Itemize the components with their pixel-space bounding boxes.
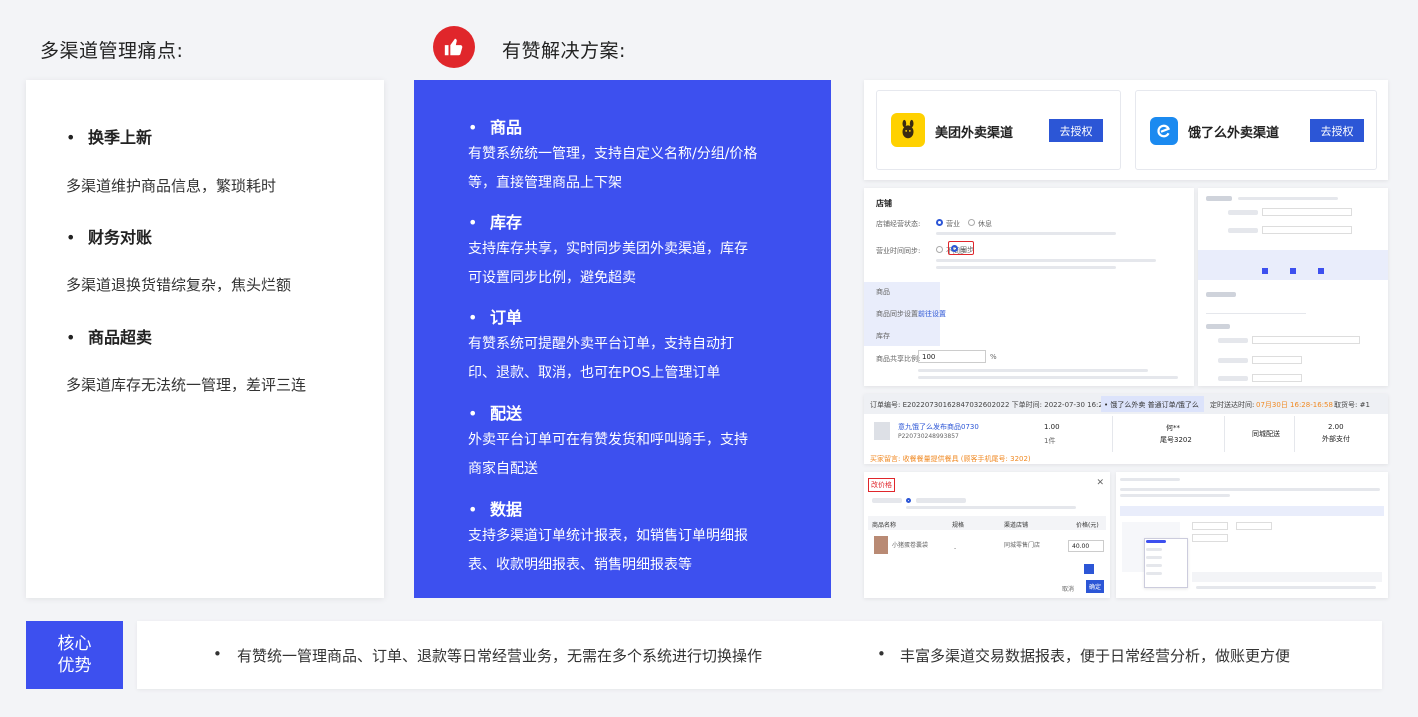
- core-advantage-label: 核心 优势: [26, 621, 123, 689]
- advantage-bullet: •: [213, 645, 222, 663]
- product-spec: -: [954, 545, 957, 552]
- radio-rest[interactable]: [968, 219, 975, 226]
- pain-point-title: • 财务对账: [66, 228, 153, 247]
- pickup-number: 取货号: #1: [1334, 401, 1370, 409]
- product-image: [874, 536, 888, 554]
- order-detail-panel: 订单编号: E20220730162847032602022 下单时间: 202…: [864, 394, 1388, 464]
- pain-point-title: • 商品超卖: [66, 328, 153, 347]
- stock-ratio-label: 商品共享比例:: [876, 355, 921, 363]
- channel-name: 美团外卖渠道: [935, 126, 1014, 141]
- solution-item-title: • 商品: [468, 118, 523, 137]
- stock-ratio-unit: %: [990, 353, 997, 361]
- solution-item-desc: 支持多渠道订单统计报表，如销售订单明细报 表、收款明细报表、销售明细报表等: [468, 528, 748, 573]
- product-price: 1.00: [1044, 423, 1060, 431]
- solution-item-desc: 外卖平台订单可在有赞发货和呼叫骑手，支持 商家自配送: [468, 432, 748, 477]
- pain-point-desc: 多渠道库存无法统一管理，差评三连: [66, 376, 307, 394]
- confirm-button[interactable]: 确定: [1086, 580, 1104, 593]
- pain-points-card: • 换季上新 多渠道维护商品信息，繁琐耗时 • 财务对账 多渠道退换货错综复杂，焦头…: [26, 80, 384, 598]
- solution-title: 有赞解决方案:: [502, 40, 626, 62]
- radio-open-label: 营业: [946, 220, 960, 228]
- solution-item-title: • 订单: [468, 308, 523, 327]
- col-price: 价格(元): [1076, 522, 1099, 529]
- meituan-channel-card: 美团外卖渠道 去授权: [876, 90, 1121, 170]
- delivery-type: 同城配送: [1252, 430, 1280, 438]
- customer-tail: 尾号3202: [1160, 436, 1192, 444]
- solution-item-desc: 有赞系统可提醒外卖平台订单，支持自动打 印、退款、取消，也可在POS上管理订单: [468, 336, 734, 381]
- radio-open[interactable]: [936, 219, 943, 226]
- store-status-label: 店铺经营状态:: [876, 220, 921, 228]
- meituan-kangaroo-icon: [891, 113, 925, 147]
- price-dialog-tag: 改价格: [868, 478, 895, 492]
- order-channel-text: • 饿了么外卖 普通订单/饿了么: [1104, 401, 1199, 409]
- store-settings-panel: 店铺 店铺经营状态: 营业 休息 营业时间同步: 不同步 同步 商品 商品同步设…: [864, 188, 1194, 386]
- store-section-title: 店铺: [876, 199, 892, 208]
- pain-point-desc: 多渠道退换货错综复杂，焦头烂额: [66, 276, 292, 294]
- radio-sync-label: 同步: [960, 246, 974, 254]
- solution-item-title: • 库存: [468, 213, 523, 232]
- product-sku: P220730248993857: [898, 433, 959, 440]
- pain-point-desc: 多渠道维护商品信息，繁琐耗时: [66, 177, 277, 195]
- solution-item-title: • 配送: [468, 404, 523, 423]
- delivery-time-label: 定时送达时间:: [1210, 401, 1255, 409]
- eleme-channel-card: 饿了么外卖渠道 去授权: [1135, 90, 1377, 170]
- channel-auth-panel: 美团外卖渠道 去授权 饿了么外卖渠道 去授权: [864, 80, 1388, 180]
- eleme-icon: [1150, 117, 1178, 145]
- solution-item-desc: 有赞系统统一管理，支持自定义名称/分组/价格 等，直接管理商品上下架: [468, 146, 758, 191]
- col-product-name: 商品名称: [872, 522, 897, 529]
- product-store: 同城零售门店: [1004, 542, 1041, 549]
- order-number-text: 订单编号: E20220730162847032602022 下单时间: 202…: [870, 401, 1119, 409]
- goods-section-title: 商品: [876, 288, 890, 296]
- product-qty: 1件: [1044, 437, 1056, 445]
- stock-section-title: 库存: [876, 332, 890, 340]
- col-spec: 规格: [952, 522, 965, 529]
- page-button[interactable]: [1084, 564, 1094, 574]
- product-name-link[interactable]: 意九饿了么发布商品0730: [898, 422, 979, 432]
- close-icon[interactable]: ✕: [1096, 478, 1104, 488]
- thumbs-up-icon: [433, 26, 475, 68]
- core-advantage-bar: • 有赞统一管理商品、订单、退款等日常经营业务，无需在多个系统进行切换操作 • …: [137, 621, 1382, 689]
- channel-config-panel: [1198, 188, 1388, 386]
- payment-type: 外部支付: [1322, 435, 1350, 443]
- buyer-note: 买家留言: 收餐餐量提供餐具 (顾客手机尾号: 3202): [870, 455, 1031, 463]
- goods-sync-label: 商品同步设置:: [876, 310, 921, 318]
- order-amount: 2.00: [1328, 423, 1344, 431]
- pain-point-title: • 换季上新: [66, 128, 153, 147]
- report-panel: [1116, 472, 1388, 598]
- radio-no-sync[interactable]: [936, 246, 943, 253]
- radio-rest-label: 休息: [978, 220, 992, 228]
- advantage-bullet: •: [877, 645, 886, 663]
- product-name: 小猪蛋卷囊袋: [892, 542, 929, 549]
- confirm-button-label: 确定: [1088, 584, 1101, 591]
- stock-ratio-value: 100: [922, 353, 936, 361]
- solutions-card: • 商品 有赞系统统一管理，支持自定义名称/分组/价格 等，直接管理商品上下架 • 库…: [414, 80, 831, 598]
- goods-sync-link[interactable]: 前往设置: [918, 309, 946, 319]
- authorize-button[interactable]: 去授权: [1049, 119, 1103, 142]
- price-value: 40.00: [1072, 543, 1090, 550]
- advantage-point: 有赞统一管理商品、订单、退款等日常经营业务，无需在多个系统进行切换操作: [237, 647, 763, 665]
- cancel-button[interactable]: 取消: [1062, 584, 1074, 593]
- advantage-point: 丰富多渠道交易数据报表，便于日常经营分析，做账更方便: [900, 647, 1291, 665]
- authorize-button[interactable]: 去授权: [1310, 119, 1364, 142]
- product-thumbnail: [874, 422, 890, 440]
- col-store: 渠道店铺: [1004, 522, 1029, 529]
- delivery-time-value: 07月30日 16:28-16:58: [1256, 401, 1333, 409]
- radio-sync[interactable]: [951, 245, 958, 252]
- sync-time-label: 营业时间同步:: [876, 247, 921, 255]
- channel-name: 饿了么外卖渠道: [1188, 126, 1280, 141]
- price-dialog-panel: 改价格 ✕ 商品名称 规格 渠道店铺 价格(元) 小猪蛋卷囊袋 - 同城零售门店…: [864, 472, 1110, 598]
- solution-item-desc: 支持库存共享，实时同步美团外卖渠道，库存 可设置同步比例，避免超卖: [468, 241, 748, 286]
- solution-item-title: • 数据: [468, 500, 523, 519]
- pain-points-title: 多渠道管理痛点:: [40, 40, 184, 62]
- customer-name: 何**: [1166, 424, 1180, 432]
